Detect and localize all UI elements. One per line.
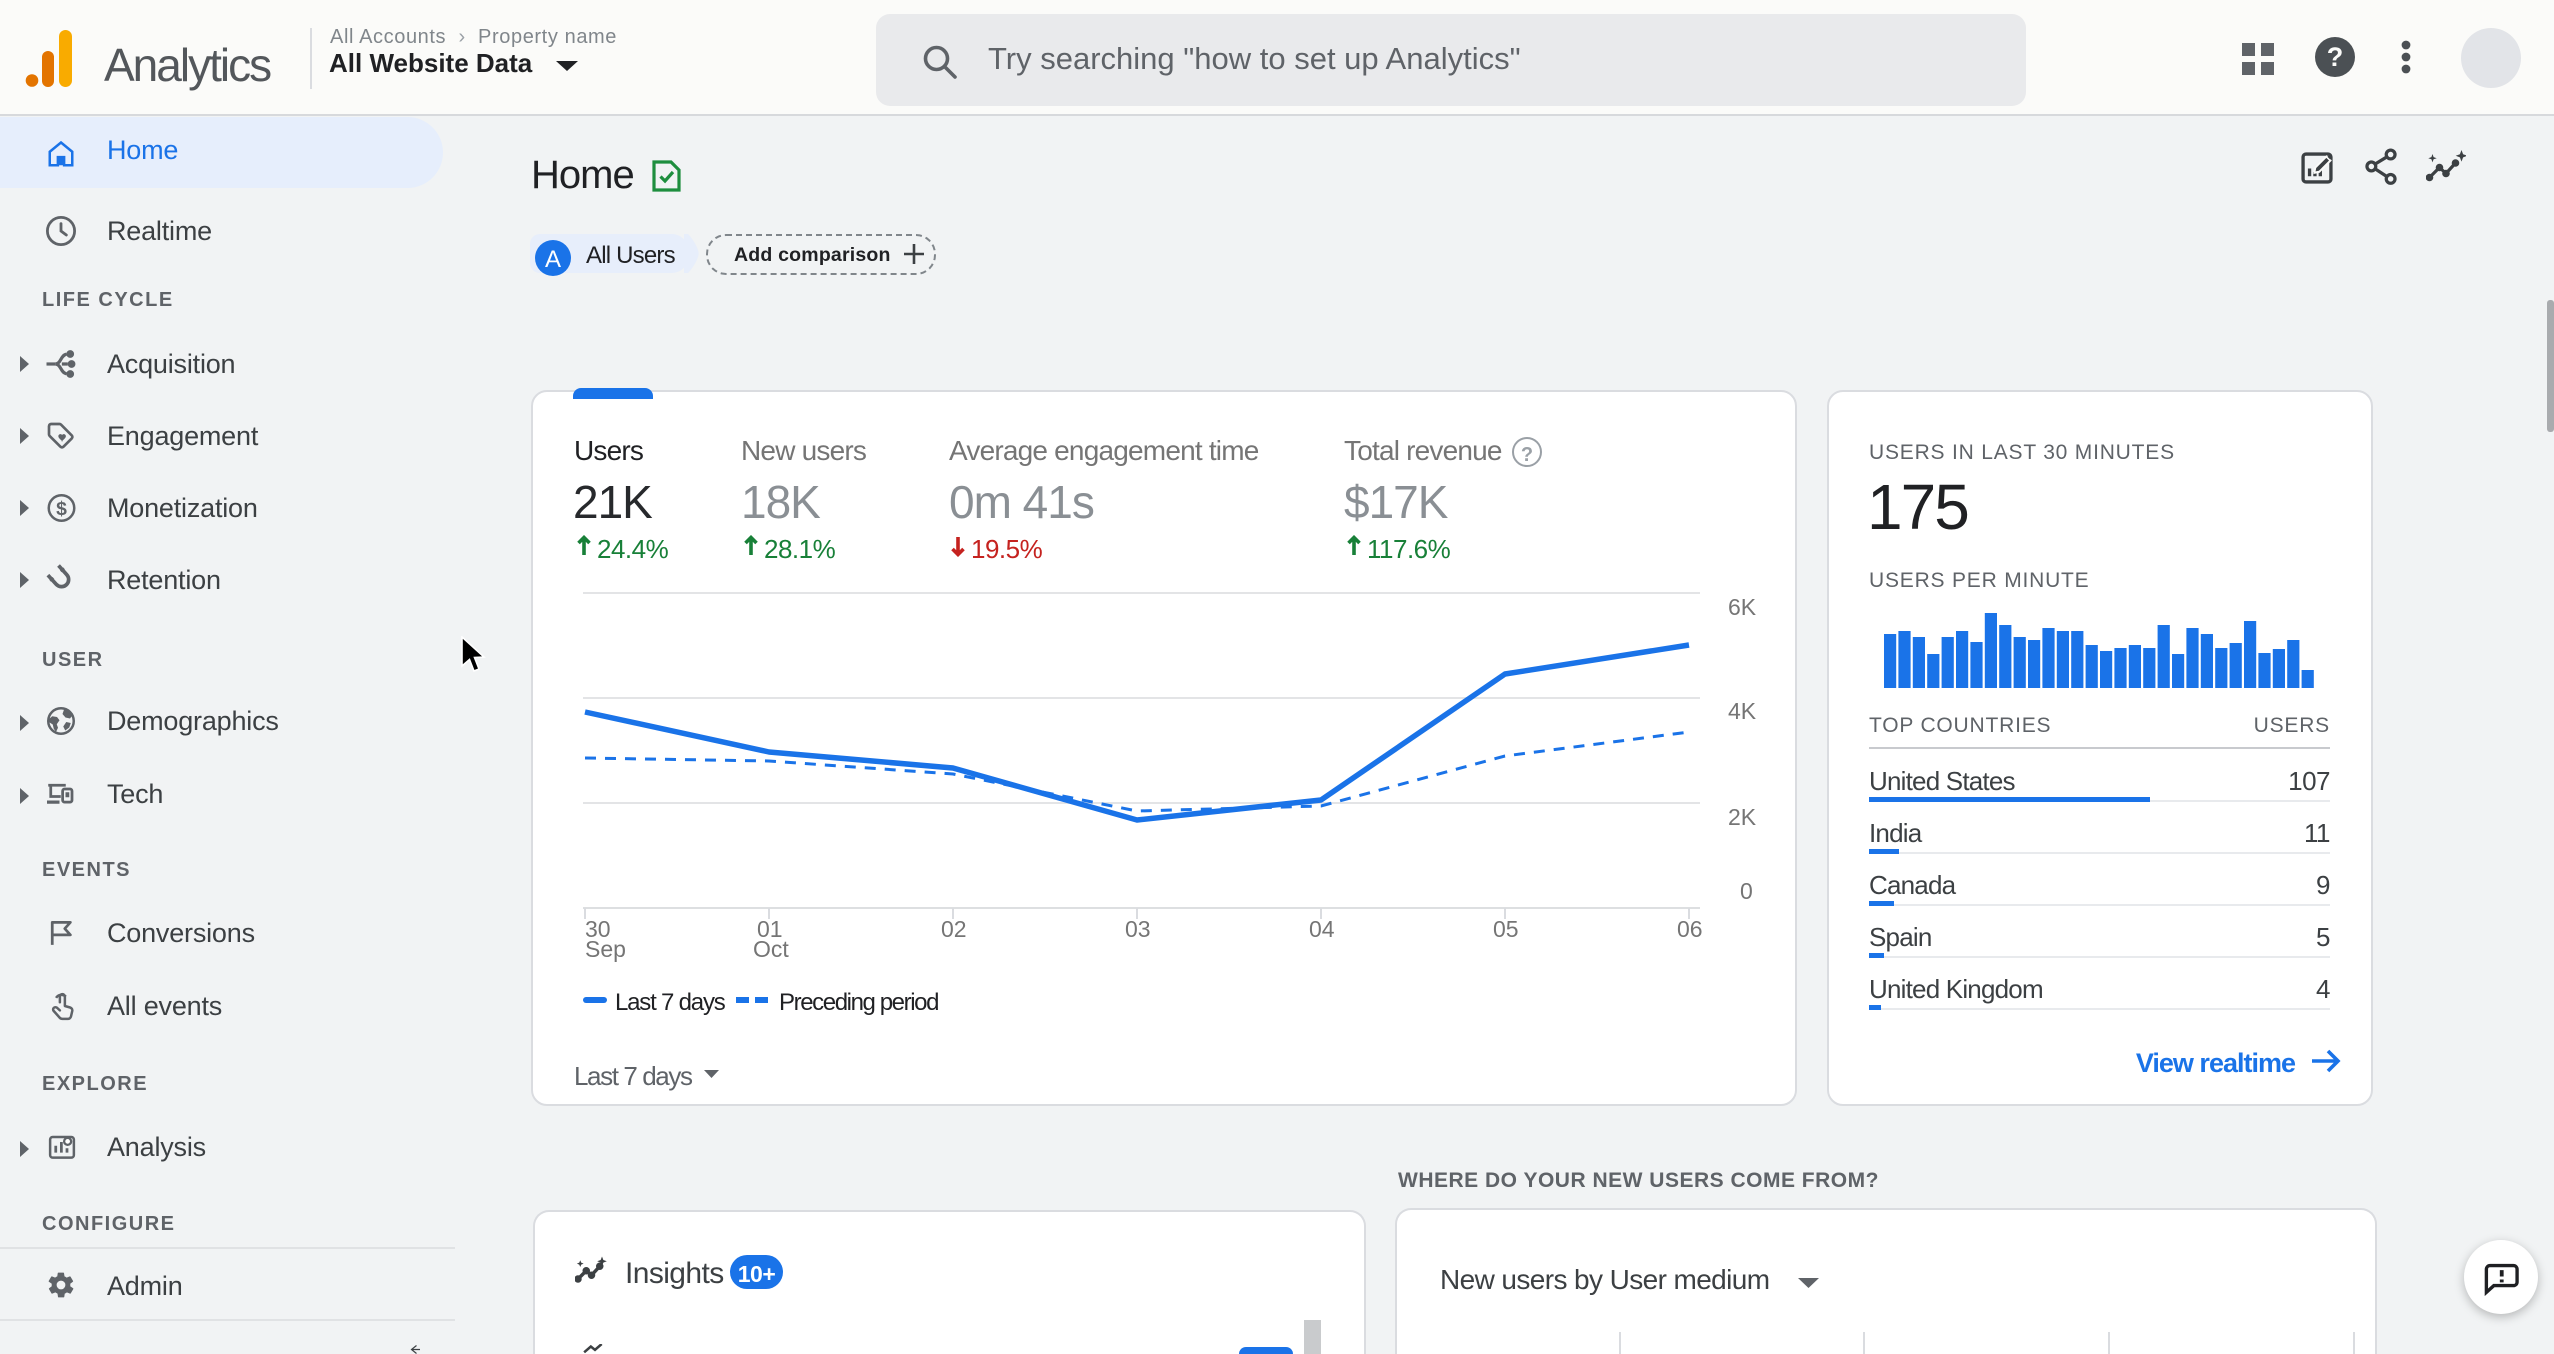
- svg-text:$: $: [56, 498, 67, 520]
